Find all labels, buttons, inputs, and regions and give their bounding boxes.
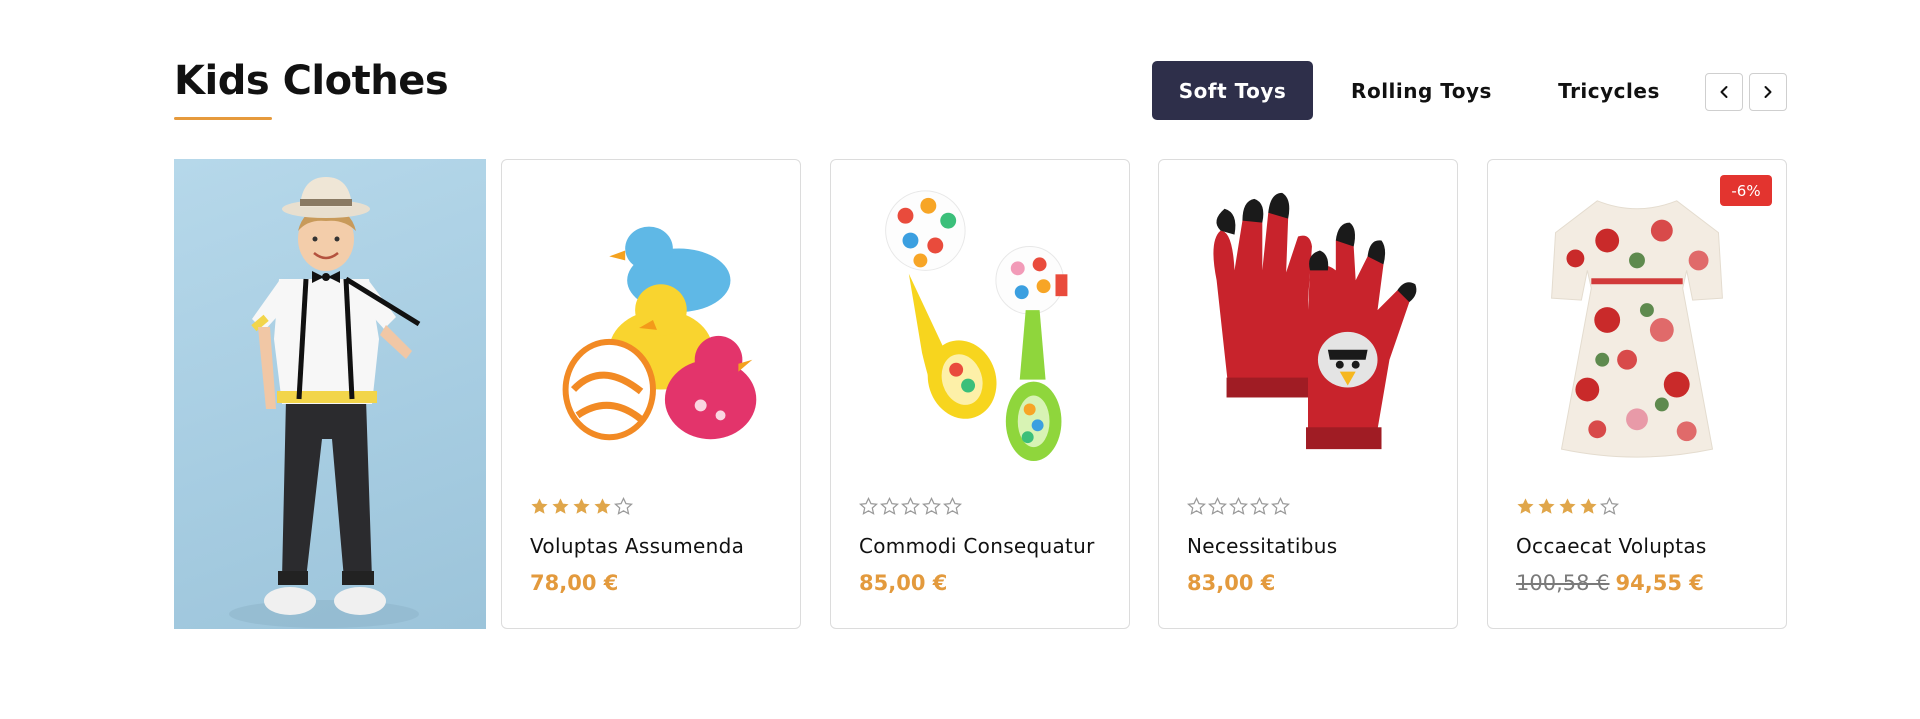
star-filled-icon — [1580, 498, 1597, 514]
chevron-right-icon — [1764, 86, 1772, 98]
boy-banner-illustration — [229, 177, 421, 628]
product-price: 83,00 € — [1187, 571, 1276, 595]
tab-rolling-toys[interactable]: Rolling Toys — [1313, 61, 1530, 120]
star-filled-icon — [1559, 498, 1576, 514]
category-tabs: Soft Toys Rolling Toys Tricycles — [1152, 61, 1688, 120]
star-empty-icon — [614, 497, 633, 515]
product-name[interactable]: Commodi Consequatur — [859, 534, 1095, 558]
product-image-red-gloves[interactable] — [1159, 160, 1457, 480]
star-filled-icon — [531, 498, 548, 514]
product-card[interactable]: Voluptas Assumenda 78,00 € — [501, 159, 801, 629]
product-image-baby-rattles[interactable] — [831, 160, 1129, 480]
discount-badge: -6% — [1720, 175, 1772, 206]
star-empty-icon — [880, 497, 899, 515]
product-card[interactable]: Commodi Consequatur 85,00 € — [830, 159, 1130, 629]
star-empty-icon — [1229, 497, 1248, 515]
star-empty-icon — [1250, 497, 1269, 515]
product-price: 94,55 € — [1615, 571, 1704, 595]
product-old-price: 100,58 € — [1516, 571, 1610, 595]
rating-stars — [1187, 497, 1290, 516]
star-filled-icon — [1517, 498, 1534, 514]
star-empty-icon — [901, 497, 920, 515]
carousel-prev-button[interactable] — [1705, 73, 1743, 111]
product-price: 78,00 € — [530, 571, 619, 595]
product-card[interactable]: Necessitatibus 83,00 € — [1158, 159, 1458, 629]
product-name[interactable]: Voluptas Assumenda — [530, 534, 744, 558]
product-name[interactable]: Occaecat Voluptas — [1516, 534, 1707, 558]
tab-tricycles[interactable]: Tricycles — [1530, 61, 1688, 120]
product-image-floral-dress[interactable] — [1488, 160, 1786, 480]
star-empty-icon — [1600, 497, 1619, 515]
star-empty-icon — [1208, 497, 1227, 515]
star-filled-icon — [1538, 498, 1555, 514]
star-filled-icon — [594, 498, 611, 514]
carousel-next-button[interactable] — [1749, 73, 1787, 111]
title-underline — [174, 117, 272, 120]
product-name[interactable]: Necessitatibus — [1187, 534, 1337, 558]
kids-clothes-banner[interactable] — [174, 159, 486, 629]
star-empty-icon — [943, 497, 962, 515]
star-filled-icon — [552, 498, 569, 514]
star-empty-icon — [922, 497, 941, 515]
product-card[interactable]: -6% Occaecat Voluptas 100,58 €94,55 € — [1487, 159, 1787, 629]
rating-stars — [1516, 497, 1619, 516]
product-price-group: 100,58 €94,55 € — [1516, 571, 1704, 595]
rating-stars — [530, 497, 633, 516]
chevron-left-icon — [1720, 86, 1728, 98]
section-title: Kids Clothes — [174, 58, 449, 104]
star-empty-icon — [1187, 497, 1206, 515]
star-filled-icon — [573, 498, 590, 514]
product-image-bath-ducks[interactable] — [502, 160, 800, 480]
star-empty-icon — [1271, 497, 1290, 515]
product-price: 85,00 € — [859, 571, 948, 595]
rating-stars — [859, 497, 962, 516]
star-empty-icon — [859, 497, 878, 515]
tab-soft-toys[interactable]: Soft Toys — [1152, 61, 1313, 120]
